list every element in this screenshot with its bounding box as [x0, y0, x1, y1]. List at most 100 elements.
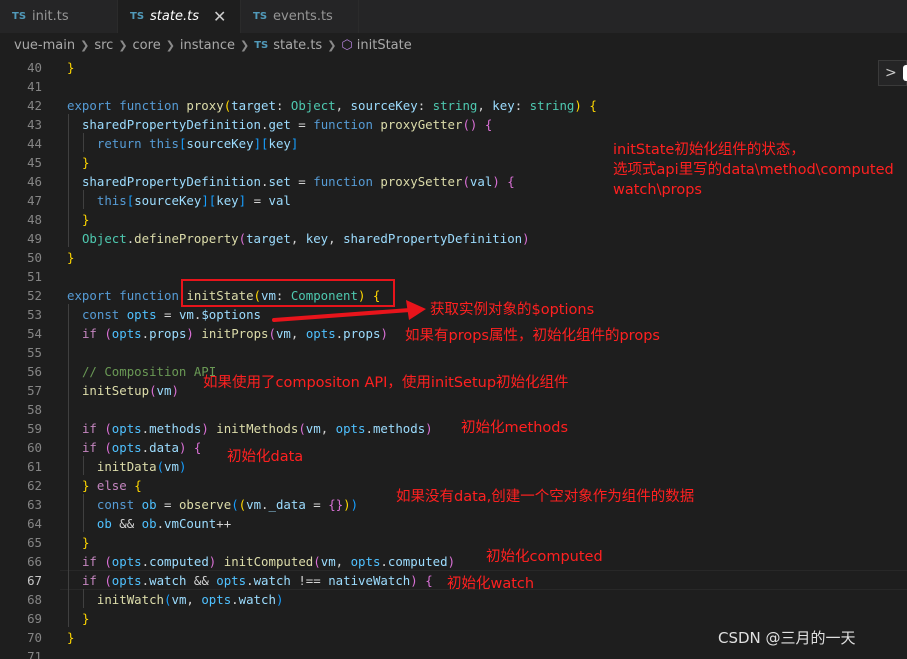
code-text: if (opts.methods) initMethods(vm, opts.m…	[81, 421, 433, 436]
code-text: }	[81, 212, 90, 227]
line-number: 59	[27, 421, 42, 436]
line-number: 71	[27, 649, 42, 659]
panel-peek	[903, 65, 907, 81]
code-text: const opts = vm.$options	[81, 307, 262, 322]
annotation-setup: 如果使用了compositon API，使用initSetup初始化组件	[203, 375, 569, 391]
line-number: 41	[27, 79, 42, 94]
tab-label: state.ts	[150, 9, 199, 24]
code-line: 42 export function proxy(target: Object, …	[0, 96, 907, 115]
code-text: // Composition API	[81, 364, 217, 379]
code-line: 50}	[0, 248, 907, 267]
line-number: 48	[27, 212, 42, 227]
line-number: 54	[27, 326, 42, 341]
annotation-methods: 初始化methods	[461, 420, 569, 436]
code-line: 66 if (opts.computed) initComputed(vm, op…	[0, 552, 907, 571]
line-number: 61	[27, 459, 42, 474]
code-text: if (opts.data) {	[81, 440, 202, 455]
code-text: this[sourceKey][key] = val	[96, 193, 291, 208]
line-number: 53	[27, 307, 42, 322]
editor-tab-bar: TS init.ts TS state.ts ✕ TS events.ts	[0, 0, 907, 33]
method-symbol-icon: ⬡	[341, 37, 353, 53]
line-number: 47	[27, 193, 42, 208]
line-number: 51	[27, 269, 42, 284]
line-number: 56	[27, 364, 42, 379]
typescript-file-icon: TS	[254, 39, 269, 51]
line-number: 42	[27, 98, 42, 113]
code-text: ob && ob.vmCount++	[96, 516, 232, 531]
tab-events-ts[interactable]: TS events.ts	[241, 0, 359, 33]
code-text: Object.defineProperty(target, key, share…	[81, 231, 530, 246]
chevron-right-icon: ❯	[327, 38, 337, 52]
line-number: 52	[27, 288, 42, 303]
code-text: } else {	[81, 478, 142, 493]
line-number: 67	[27, 573, 42, 588]
annotation-empty-data: 如果没有data,创建一个空对象作为组件的数据	[396, 489, 695, 505]
code-line: 61 initData(vm)	[0, 457, 907, 476]
line-number: 40	[27, 60, 42, 75]
breadcrumb-item-vue-main[interactable]: vue-main	[14, 38, 75, 53]
line-number: 60	[27, 440, 42, 455]
chevron-right-icon: ❯	[80, 38, 90, 52]
expand-panel-button[interactable]: >	[878, 60, 907, 86]
tab-state-ts[interactable]: TS state.ts ✕	[118, 0, 241, 33]
code-text: if (opts.watch && opts.watch !== nativeW…	[81, 573, 433, 588]
code-text: }	[67, 250, 75, 265]
code-line: 49 Object.defineProperty(target, key, sha…	[0, 229, 907, 248]
line-number: 45	[27, 155, 42, 170]
annotation-props: 如果有props属性，初始化组件的props	[405, 328, 660, 344]
line-number: 57	[27, 383, 42, 398]
breadcrumb-item-instance[interactable]: instance	[180, 38, 235, 53]
code-line: 47 this[sourceKey][key] = val	[0, 191, 907, 210]
line-number: 69	[27, 611, 42, 626]
line-number: 63	[27, 497, 42, 512]
breadcrumb: vue-main ❯ src ❯ core ❯ instance ❯ TS st…	[0, 33, 907, 57]
line-number: 46	[27, 174, 42, 189]
line-number: 43	[27, 117, 42, 132]
line-number: 55	[27, 345, 42, 360]
tab-init-ts[interactable]: TS init.ts	[0, 0, 118, 33]
line-number: 66	[27, 554, 42, 569]
code-text: initData(vm)	[96, 459, 187, 474]
code-line: 69}	[0, 609, 907, 628]
line-number: 64	[27, 516, 42, 531]
breadcrumb-item-core[interactable]: core	[133, 38, 161, 53]
chevron-right-icon: ❯	[240, 38, 250, 52]
annotation-data: 初始化data	[227, 449, 304, 465]
code-line: 41	[0, 77, 907, 96]
code-text: }	[81, 611, 90, 626]
breadcrumb-item-src[interactable]: src	[94, 38, 113, 53]
typescript-file-icon: TS	[12, 11, 27, 22]
code-text: if (opts.computed) initComputed(vm, opts…	[81, 554, 456, 569]
chevron-right-icon: ❯	[118, 38, 128, 52]
code-text: }	[67, 60, 75, 75]
chevron-right-icon: ❯	[165, 38, 175, 52]
annotation-computed: 初始化computed	[486, 549, 603, 565]
annotation-options: 获取实例对象的$options	[430, 302, 595, 318]
annotation-watch: 初始化watch	[447, 576, 535, 592]
code-line: 43 sharedPropertyDefinition.get = functio…	[0, 115, 907, 134]
code-text: sharedPropertyDefinition.set = function …	[81, 174, 515, 189]
code-text: initWatch(vm, opts.watch)	[96, 592, 284, 607]
code-line: 64 ob && ob.vmCount++	[0, 514, 907, 533]
line-number: 70	[27, 630, 42, 645]
line-number: 44	[27, 136, 42, 151]
typescript-file-icon: TS	[130, 11, 145, 22]
code-text: return this[sourceKey][key]	[96, 136, 299, 151]
chevron-right-icon: >	[885, 65, 897, 81]
code-line: 60 if (opts.data) {	[0, 438, 907, 457]
tab-label: events.ts	[273, 9, 333, 24]
close-icon[interactable]: ✕	[213, 7, 226, 26]
code-text: }	[81, 535, 90, 550]
breadcrumb-item-initstate[interactable]: initState	[357, 38, 412, 53]
tab-label: init.ts	[32, 9, 69, 24]
code-line: 58	[0, 400, 907, 419]
code-text: export function proxy(target: Object, so…	[67, 98, 597, 113]
code-line: 51	[0, 267, 907, 286]
line-number: 58	[27, 402, 42, 417]
typescript-file-icon: TS	[253, 11, 268, 22]
breadcrumb-item-state-ts[interactable]: state.ts	[273, 38, 322, 53]
code-text: }	[81, 155, 90, 170]
code-line: 48}	[0, 210, 907, 229]
line-number: 68	[27, 592, 42, 607]
annotation-summary-line3: watch\props	[613, 182, 702, 198]
